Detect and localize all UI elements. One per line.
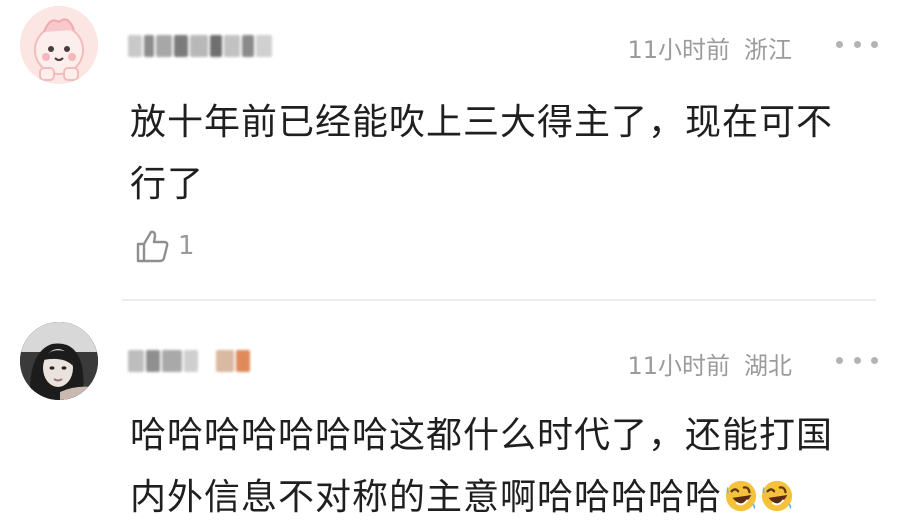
user-avatar[interactable] — [20, 322, 98, 400]
comment-location: 湖北 — [744, 352, 792, 380]
comment-time: 11小时前 — [627, 352, 730, 380]
comment-meta: 11小时前 湖北 — [627, 346, 792, 381]
dot — [836, 356, 843, 364]
rolling-laughing-emoji-icon — [725, 480, 757, 512]
comment-text-line: 哈哈哈哈哈哈哈这都什么时代了，还能打国 — [130, 415, 834, 456]
rolling-laughing-emoji-icon — [761, 480, 793, 512]
comment-text-segment: 内外信息不对称的主意啊哈哈哈哈哈 — [130, 477, 723, 518]
comment-item: 11小时前 湖北 哈哈哈哈哈哈哈这都什么时代了，还能打国 内外信息不对称的主意啊哈… — [0, 0, 900, 523]
dot — [853, 356, 861, 364]
dot — [871, 356, 878, 364]
photo-avatar-icon — [20, 322, 98, 400]
username-blurred[interactable] — [128, 350, 250, 374]
more-options-button[interactable] — [836, 354, 878, 366]
comment-text: 哈哈哈哈哈哈哈这都什么时代了，还能打国 内外信息不对称的主意啊哈哈哈哈哈 — [130, 405, 880, 529]
comment-text-line: 内外信息不对称的主意啊哈哈哈哈哈 — [130, 467, 880, 529]
